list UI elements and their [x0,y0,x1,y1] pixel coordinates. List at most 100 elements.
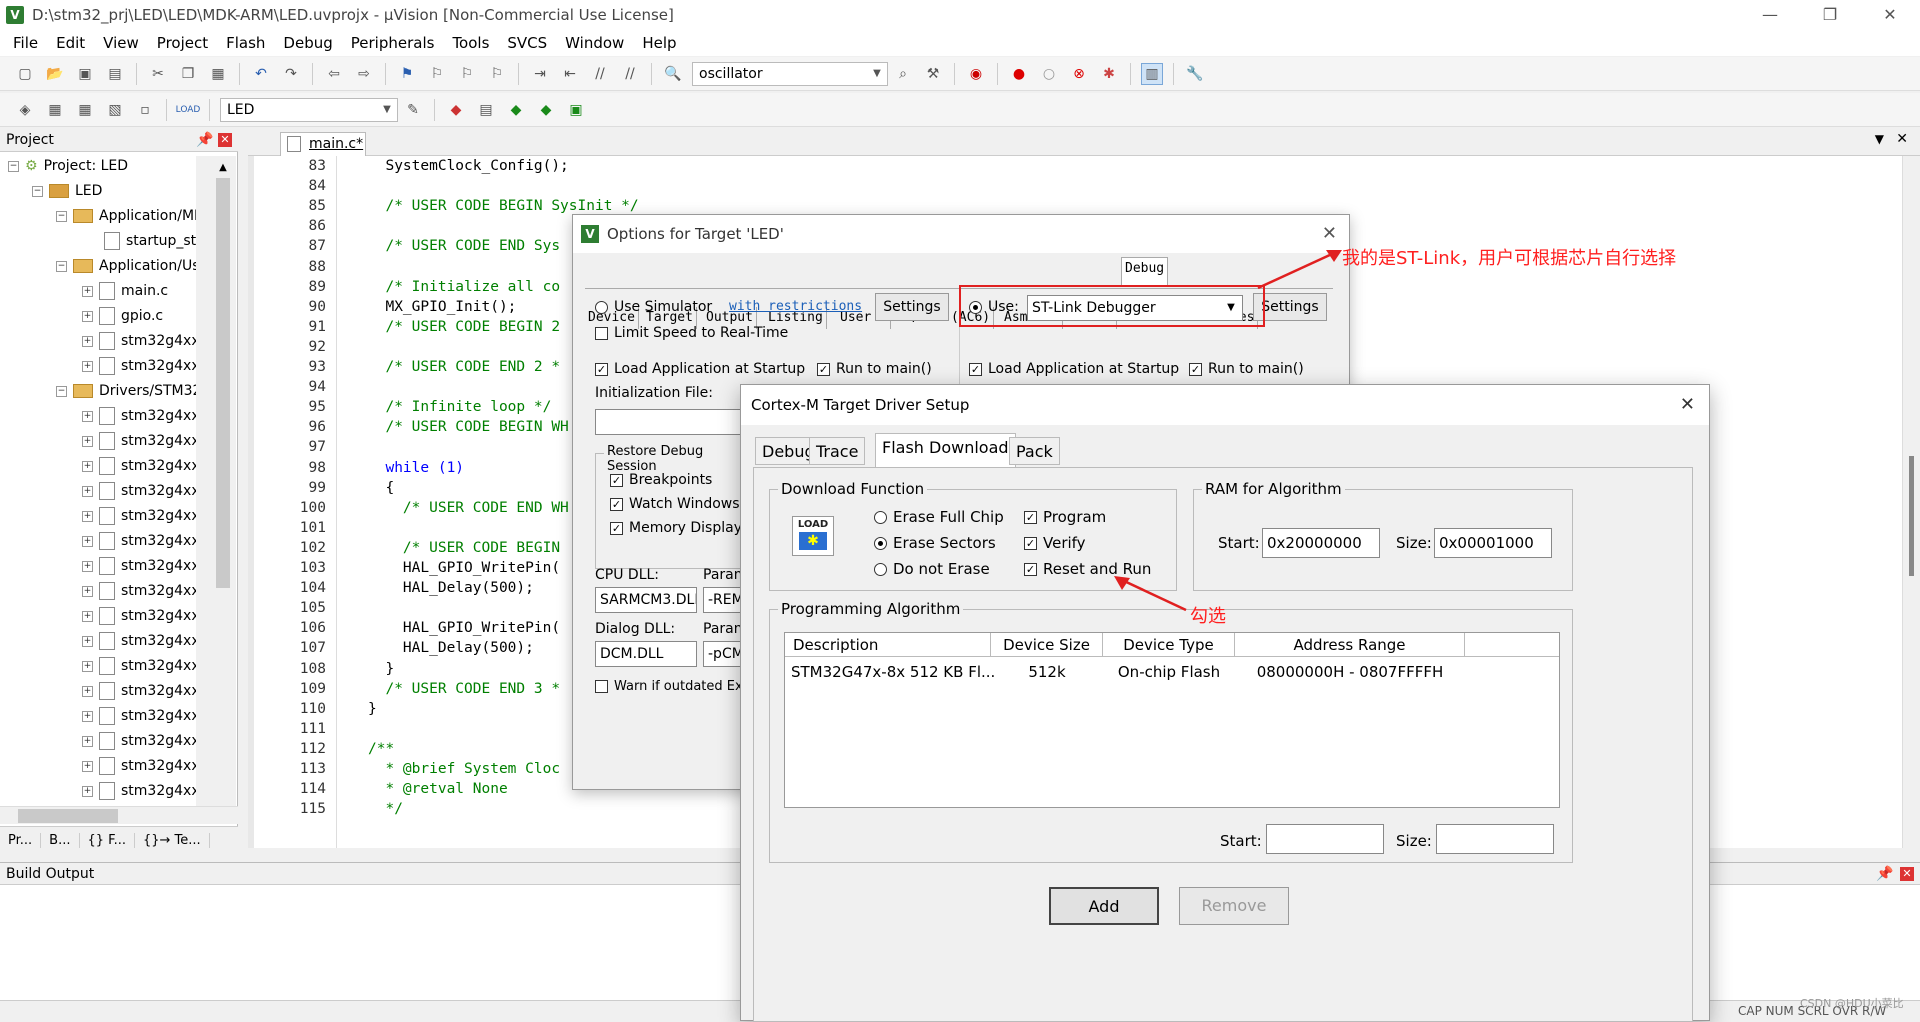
tab-project[interactable]: Pr... [0,833,42,848]
tree-file[interactable]: + stm32g4xx_l [82,480,211,502]
run-to-main-option-left[interactable]: ✓ Run to main() [817,361,932,377]
menu-window[interactable]: Window [556,34,633,52]
run-to-main-checkbox[interactable]: ✓ [817,362,830,376]
col-device-size[interactable]: Device Size [991,633,1103,657]
code-line[interactable]: } [368,701,377,717]
scroll-thumb[interactable] [216,178,230,588]
code-line[interactable]: while (1) [368,460,464,476]
ram-start-input[interactable]: 0x20000000 [1262,528,1380,558]
save-all-icon[interactable]: ▤ [104,63,126,85]
manage-project-items-icon[interactable]: ◆ [445,99,467,121]
tree-horizontal-scrollbar[interactable] [0,806,238,824]
incremental-find-icon[interactable]: ⚒ [922,63,944,85]
tab-books[interactable]: B... [41,833,80,848]
expand-icon[interactable]: + [82,610,93,622]
translate-icon[interactable]: ◈ [14,99,36,121]
remove-button[interactable]: Remove [1179,887,1289,925]
kill-breakpoints-icon[interactable]: ✱ [1098,63,1120,85]
col-address-range[interactable]: Address Range [1235,633,1465,657]
program-checkbox[interactable]: ✓ [1024,511,1037,524]
tab-flash-download[interactable]: Flash Download [875,433,1016,467]
add-button[interactable]: Add [1049,887,1159,925]
code-line[interactable]: } [368,661,394,677]
memory-display-option[interactable]: ✓ Memory Display [610,520,742,536]
save-icon[interactable]: ▣ [74,63,96,85]
menu-project[interactable]: Project [148,34,217,52]
code-line[interactable]: HAL_Delay(500); [368,640,534,656]
algo-size-input[interactable] [1436,824,1554,854]
run-time-env-icon[interactable]: ▣ [565,99,587,121]
col-description[interactable]: Description [785,633,991,657]
comment-icon[interactable]: // [589,63,611,85]
scroll-thumb[interactable] [1909,456,1914,576]
table-row[interactable]: STM32G47x-8x 512 KB Fl... 512k On-chip F… [785,661,1559,683]
erase-full-chip-radio[interactable] [874,511,887,524]
debug-session-icon[interactable]: ◉ [965,63,987,85]
find-in-files-icon[interactable]: 🔍 [662,63,684,85]
batch-build-icon[interactable]: ▧ [104,99,126,121]
load-app-option-left[interactable]: ✓ Load Application at Startup [595,361,805,377]
run-to-main-checkbox[interactable]: ✓ [1189,362,1202,376]
code-line[interactable]: /* Infinite loop */ [368,399,551,415]
options-for-target-icon[interactable]: ✎ [402,99,424,121]
verify-checkbox[interactable]: ✓ [1024,537,1037,550]
collapse-icon[interactable]: − [56,260,67,272]
verify-option[interactable]: ✓ Verify [1024,534,1086,552]
do-not-erase-option[interactable]: Do not Erase [874,560,990,578]
collapse-icon[interactable]: − [32,185,43,197]
code-line[interactable]: SystemClock_Config(); [368,158,568,174]
expand-icon[interactable]: + [82,785,93,797]
expand-icon[interactable]: + [82,410,93,422]
collapse-icon[interactable]: − [56,210,67,222]
rebuild-icon[interactable]: ▦ [74,99,96,121]
program-option[interactable]: ✓ Program [1024,508,1106,526]
configure-icon[interactable]: 🔧 [1184,63,1206,85]
tree-file[interactable]: + main.c [82,280,168,302]
close-panel-icon[interactable]: ✕ [1900,867,1914,881]
code-line[interactable]: /* USER CODE BEGIN SysInit */ [368,198,638,214]
find-icon[interactable]: ⌕ [892,63,914,85]
with-restrictions-link[interactable]: with restrictions [729,299,862,314]
warn-outdated-checkbox[interactable] [595,680,608,693]
menu-edit[interactable]: Edit [47,34,94,52]
tree-group[interactable]: − Application/Use [56,255,208,277]
nav-forward-icon[interactable]: ⇨ [353,63,375,85]
enable-breakpoint-icon[interactable]: ○ [1038,63,1060,85]
expand-icon[interactable]: + [82,710,93,722]
tab-functions[interactable]: {} F... [80,833,135,848]
prev-bookmark-icon[interactable]: ⚐ [426,63,448,85]
scroll-up-icon[interactable]: ▲ [216,162,230,176]
load-app-checkbox[interactable]: ✓ [595,362,608,376]
build-icon[interactable]: ▦ [44,99,66,121]
code-line[interactable]: /** [368,741,394,757]
find-combo[interactable]: oscillator ▼ [692,61,888,86]
menu-tools[interactable]: Tools [443,34,498,52]
dialog-param-input[interactable]: -pCM4 [703,641,743,667]
erase-sectors-option[interactable]: Erase Sectors [874,534,996,552]
tree-file[interactable]: + stm32g4xx_i [82,330,211,352]
tab-pack[interactable]: Pack [1009,437,1060,465]
expand-icon[interactable]: + [82,735,93,747]
code-line[interactable]: * @brief System Cloc [368,761,560,777]
open-file-icon[interactable]: 📂 [44,63,66,85]
code-line[interactable]: /* USER CODE END WH [368,500,569,516]
editor-scrollbar[interactable] [1902,156,1920,848]
warn-outdated-option[interactable]: Warn if outdated Exe [595,679,750,694]
menu-debug[interactable]: Debug [274,34,341,52]
tab-trace[interactable]: Trace [809,437,866,465]
select-packs-icon[interactable]: ▤ [475,99,497,121]
code-line[interactable]: * @retval None [368,781,507,797]
chevron-down-icon[interactable]: ▼ [869,66,885,82]
chevron-down-icon[interactable]: ▼ [379,102,395,118]
tree-vertical-scrollbar[interactable]: ▲ [196,156,236,806]
expand-icon[interactable]: + [82,335,93,347]
menu-peripherals[interactable]: Peripherals [342,34,444,52]
code-line[interactable]: HAL_Delay(500); [368,580,534,596]
load-app-option-right[interactable]: ✓ Load Application at Startup [969,361,1179,377]
code-line[interactable]: /* USER CODE END 2 * [368,359,560,375]
code-line[interactable]: { [368,480,394,496]
limit-speed-option[interactable]: Limit Speed to Real-Time [595,325,788,341]
scroll-thumb[interactable] [18,809,118,823]
watch-windows-option[interactable]: ✓ Watch Windows [610,496,740,512]
expand-icon[interactable]: + [82,285,93,297]
